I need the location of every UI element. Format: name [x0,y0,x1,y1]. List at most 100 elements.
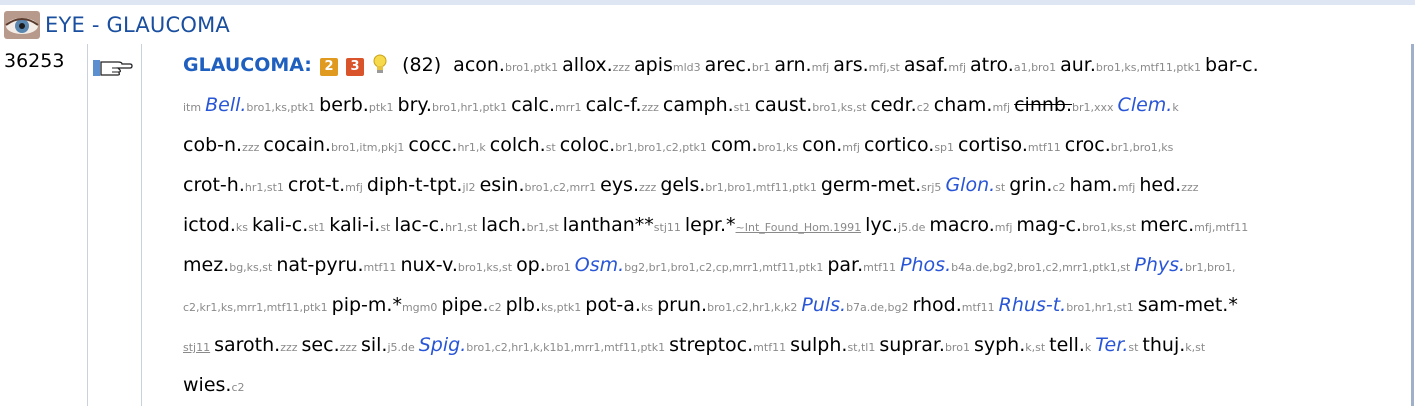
remedy-abbrev[interactable]: com. [711,134,758,156]
remedy-abbrev[interactable]: saroth. [214,334,280,356]
remedy-sources[interactable]: st [380,221,390,234]
remedy-sources[interactable]: mfj [842,141,860,154]
remedy-sources[interactable]: mtf11 [753,341,786,354]
remedy-sources[interactable]: j5.de [898,221,925,234]
remedy-sources[interactable]: bro1,c2,hr1,k,k2 [707,301,797,314]
remedy-sources[interactable]: bro1,ks,mtf11,ptk1 [1096,61,1201,74]
remedy-abbrev[interactable]: caust. [755,94,813,116]
remedy-abbrev[interactable]: Spig. [419,334,467,356]
remedy-abbrev[interactable]: cham. [934,94,993,116]
remedy-sources[interactable]: br1,bro1, [1185,261,1236,274]
remedy-abbrev[interactable]: Puls. [801,294,846,316]
remedy-sources[interactable]: mfj,st [869,61,900,74]
remedy-sources[interactable]: bro1,ks [758,141,799,154]
remedy-sources[interactable]: stj11 [654,221,681,234]
remedy-abbrev[interactable]: colch. [490,134,546,156]
remedy-abbrev[interactable]: eys. [600,174,639,196]
remedy-abbrev[interactable]: arec. [705,54,752,76]
remedy-abbrev[interactable]: sulph. [790,334,847,356]
remedy-abbrev[interactable]: crot-h. [183,174,245,196]
remedy-abbrev[interactable]: ham. [1069,174,1117,196]
remedy-abbrev[interactable]: con. [802,134,842,156]
remedy-abbrev[interactable]: Clem. [1118,94,1173,116]
remedy-abbrev[interactable]: cortiso. [958,134,1028,156]
remedy-abbrev[interactable]: Phos. [900,254,951,276]
remedy-sources[interactable]: st [995,181,1005,194]
remedy-sources[interactable]: ks [641,301,653,314]
remedy-abbrev[interactable]: nat-pyru. [276,254,363,276]
remedy-sources[interactable]: ks,ptk1 [541,301,581,314]
remedy-sources[interactable]: bro1,ptk1 [505,61,558,74]
remedy-abbrev[interactable]: kali-i. [329,214,380,236]
remedy-sources[interactable]: mfj [345,181,363,194]
remedy-sources[interactable]: b4a.de,bg2,bro1,c2,mrr1,ptk1,st [951,261,1130,274]
remedy-sources[interactable]: bro1 [546,261,571,274]
remedy-sources[interactable]: bro1,ks,ptk1 [246,101,315,114]
remedy-sources[interactable]: bro1,c2,mrr1 [525,181,597,194]
remedy-abbrev[interactable]: coloc. [560,134,615,156]
remedy-abbrev[interactable]: aur. [1060,54,1096,76]
remedy-sources[interactable]: mrr1 [555,101,582,114]
remedy-sources[interactable]: st1 [308,221,325,234]
remedy-abbrev[interactable]: sil. [361,334,388,356]
remedy-sources[interactable]: itm [183,101,201,114]
remedy-abbrev[interactable]: rhod. [913,294,962,316]
remedy-sources[interactable]: k,st [1025,341,1045,354]
remedy-sources[interactable]: mtf11 [1028,141,1061,154]
remedy-abbrev[interactable]: acon. [453,54,505,76]
remedy-sources[interactable]: hr1,k [457,141,485,154]
remedy-sources[interactable]: mgm0 [402,301,437,314]
remedy-sources[interactable]: hr1,st1 [245,181,284,194]
remedy-abbrev[interactable]: pot-a. [585,294,641,316]
remedy-sources[interactable]: c2 [489,301,502,314]
remedy-sources[interactable]: zzz [642,101,659,114]
remedy-sources[interactable]: mfj [812,61,830,74]
remedy-sources[interactable]: c2 [1052,181,1065,194]
remedy-abbrev[interactable]: Glon. [945,174,995,196]
remedy-sources[interactable]: zzz [639,181,656,194]
remedy-sources[interactable]: bro1 [945,341,970,354]
remedy-abbrev[interactable]: lac-c. [394,214,445,236]
remedy-abbrev[interactable]: plb. [506,294,541,316]
remedy-abbrev[interactable]: pip-m.* [332,294,402,316]
remedy-abbrev[interactable]: camph. [663,94,734,116]
remedy-abbrev[interactable]: op. [516,254,546,276]
remedy-sources[interactable]: j5.de [387,341,414,354]
remedy-sources[interactable]: ks [236,221,248,234]
remedy-abbrev[interactable]: Ter. [1095,334,1128,356]
remedy-abbrev[interactable]: syph. [974,334,1025,356]
remedy-abbrev[interactable]: merc. [1140,214,1194,236]
remedy-sources[interactable]: bro1,c2,hr1,k,k1b1,mrr1,mtf11,ptk1 [466,341,665,354]
remedy-abbrev[interactable]: lyc. [865,214,898,236]
remedy-abbrev[interactable]: thuj. [1142,334,1185,356]
scrollbar-edge[interactable] [1411,44,1414,406]
remedy-abbrev[interactable]: grin. [1009,174,1052,196]
remedy-sources[interactable]: bro1,ks,st [1082,221,1136,234]
remedy-abbrev[interactable]: cob-n. [183,134,242,156]
remedy-sources[interactable]: mtf11 [364,261,397,274]
remedy-abbrev[interactable]: lepr.* [685,214,736,236]
remedy-abbrev[interactable]: tell. [1049,334,1085,356]
remedy-abbrev[interactable]: sam-met.* [1138,294,1238,316]
remedy-abbrev[interactable]: kali-c. [252,214,308,236]
pointing-hand-icon[interactable] [92,54,134,80]
remedy-sources[interactable]: bro1,hr1,ptk1 [432,101,507,114]
remedy-sources[interactable]: zzz [340,341,357,354]
remedy-sources[interactable]: c2 [231,381,244,394]
remedy-abbrev[interactable]: allox. [562,54,613,76]
remedy-abbrev[interactable]: apis [634,54,673,76]
remedy-sources[interactable]: br1 [752,61,771,74]
remedy-abbrev[interactable]: berb. [319,94,369,116]
remedy-abbrev[interactable]: crot-t. [288,174,345,196]
remedy-abbrev[interactable]: nux-v. [400,254,457,276]
remedy-abbrev[interactable]: sec. [302,334,340,356]
remedy-sources[interactable]: mfj [992,101,1010,114]
remedy-abbrev[interactable]: streptoc. [669,334,753,356]
remedy-sources[interactable]: bg,ks,st [229,261,272,274]
remedy-sources[interactable]: st1 [734,101,751,114]
remedy-abbrev[interactable]: bar-c. [1205,54,1259,76]
remedy-sources[interactable]: ~Int_Found_Hom.1991 [736,221,862,234]
remedy-abbrev[interactable]: asaf. [904,54,949,76]
remedy-abbrev[interactable]: pipe. [441,294,488,316]
remedy-sources[interactable]: ptk1 [369,101,394,114]
